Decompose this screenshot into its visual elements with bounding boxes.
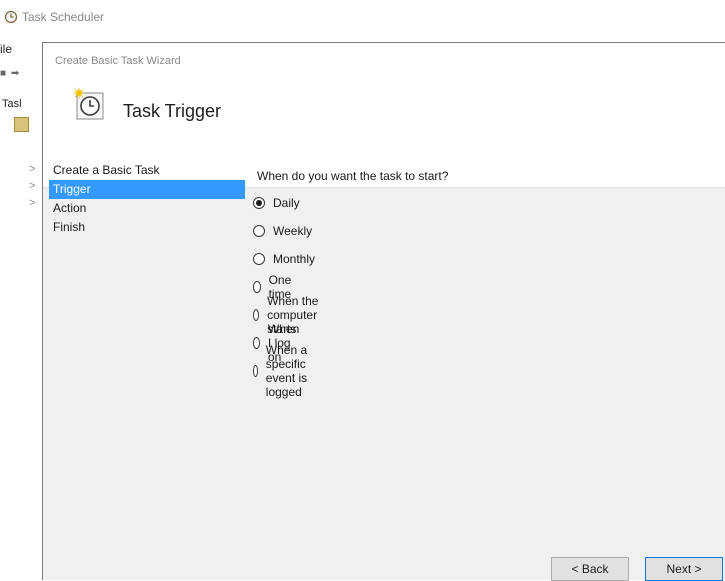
option-computer-starts[interactable]: When the computer starts [253,294,323,336]
menu-file[interactable]: ile [0,42,12,56]
folder-icon [14,117,29,132]
radio-button[interactable] [253,281,261,293]
app-title: Task Scheduler [22,10,105,24]
next-button[interactable]: Next > [645,557,723,581]
app-titlebar: Task Scheduler [0,0,725,34]
forward-arrow-icon[interactable]: ➡ [11,68,20,79]
radio-button[interactable] [253,365,258,377]
task-scheduler-icon [4,10,18,24]
option-weekly[interactable]: Weekly [253,223,312,239]
trigger-question: When do you want the task to start? [257,169,449,183]
step-action[interactable]: Action [49,199,245,218]
radio-button[interactable] [253,253,265,265]
back-arrow-icon[interactable]: ■ [0,68,7,79]
back-button[interactable]: < Back [551,557,629,581]
tree-expand-icon[interactable]: > [29,197,35,209]
tree-expand-icon[interactable]: > [29,180,35,192]
wizard-steps: Create a Basic Task Trigger Action Finis… [49,161,245,237]
option-label: Weekly [273,224,313,238]
clock-trigger-icon [73,87,104,120]
option-label: Monthly [273,252,316,266]
tree-expand-icon[interactable]: > [29,163,35,175]
dialog-title: Create Basic Task Wizard [55,55,181,67]
dialog-titlebar: Create Basic Task Wizard [43,43,725,77]
tree-root-label[interactable]: Tasl [2,98,22,110]
create-basic-task-wizard: Create Basic Task Wizard Task Trigger Cr… [42,42,725,581]
page-title: Task Trigger [123,101,222,121]
option-label: Daily [273,196,300,210]
option-event-logged[interactable]: When a specific event is logged [253,343,313,399]
option-daily[interactable]: Daily [253,195,300,211]
option-one-time[interactable]: One time [253,273,296,301]
nav-toolbar: ■ ➡ [0,68,30,84]
option-label: When a specific event is logged [265,343,308,399]
step-trigger[interactable]: Trigger [49,180,245,199]
radio-button[interactable] [253,197,265,209]
radio-button[interactable] [253,225,265,237]
radio-button[interactable] [253,309,260,321]
step-finish[interactable]: Finish [49,218,245,237]
step-create-basic-task[interactable]: Create a Basic Task [49,161,245,180]
radio-button[interactable] [253,337,260,349]
option-monthly[interactable]: Monthly [253,251,315,267]
